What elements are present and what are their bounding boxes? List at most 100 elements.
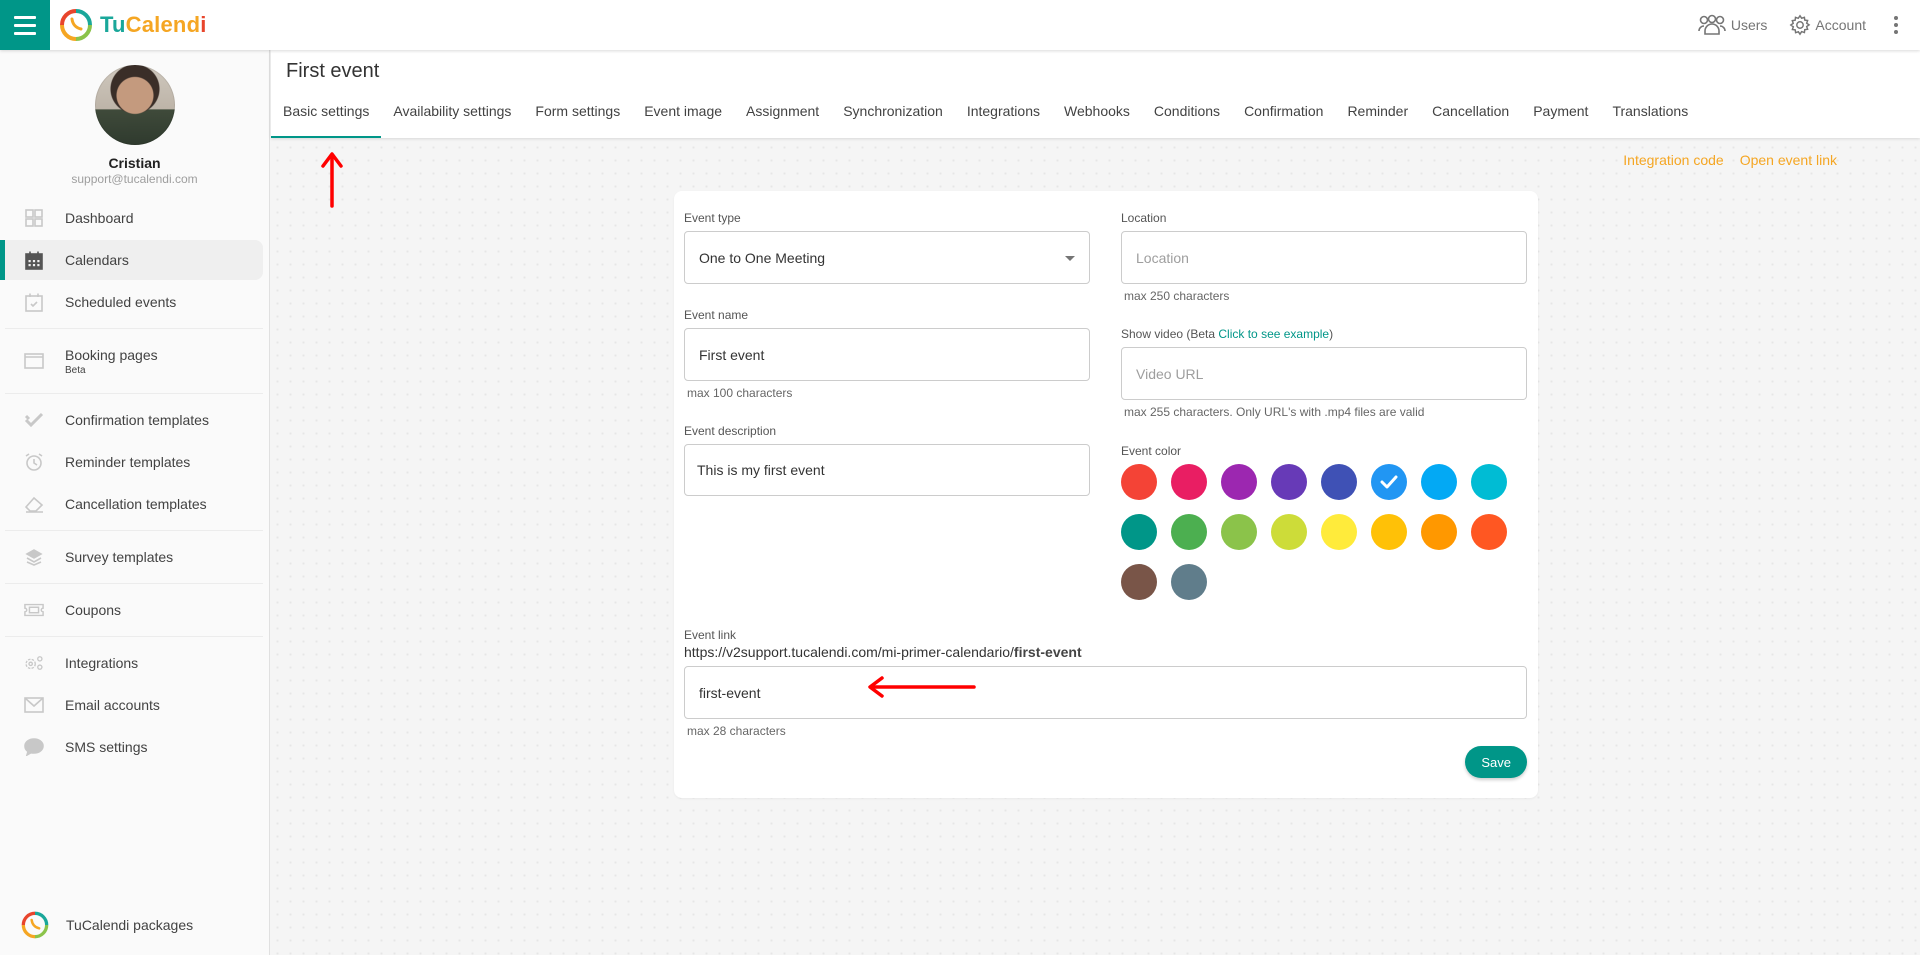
calendar-check-icon bbox=[24, 293, 44, 312]
tucalendi-logo-icon bbox=[21, 911, 49, 939]
color-swatch[interactable] bbox=[1471, 464, 1507, 500]
tab-synchronization[interactable]: Synchronization bbox=[831, 98, 955, 138]
sidebar-item-calendars[interactable]: Calendars bbox=[0, 240, 263, 280]
sidebar-item-label: Confirmation templates bbox=[65, 412, 209, 428]
brand-logo[interactable]: TuCalendi bbox=[58, 7, 207, 43]
tab-webhooks[interactable]: Webhooks bbox=[1052, 98, 1142, 138]
location-label: Location bbox=[1121, 211, 1167, 225]
color-swatch[interactable] bbox=[1371, 514, 1407, 550]
hamburger-menu-button[interactable] bbox=[0, 0, 50, 50]
sidebar-item-label: Email accounts bbox=[65, 697, 160, 713]
calendar-icon bbox=[24, 251, 44, 270]
profile-name: Cristian bbox=[108, 155, 161, 171]
tab-payment[interactable]: Payment bbox=[1521, 98, 1600, 138]
color-swatch[interactable] bbox=[1321, 514, 1357, 550]
account-link[interactable]: Account bbox=[1789, 14, 1866, 36]
basic-settings-form: Event type One to One Meeting Event name… bbox=[674, 191, 1538, 798]
event-link-label: Event link bbox=[684, 628, 737, 642]
event-name-hint: max 100 characters bbox=[687, 386, 793, 400]
sidebar-item-cancellation-templates[interactable]: Cancellation templates bbox=[0, 484, 263, 524]
beta-badge: Beta bbox=[65, 364, 86, 376]
page-header: First event Basic settings Availability … bbox=[271, 50, 1920, 138]
color-swatch-selected[interactable] bbox=[1371, 464, 1407, 500]
sidebar-item-label: Cancellation templates bbox=[65, 496, 207, 512]
color-swatch[interactable] bbox=[1421, 514, 1457, 550]
color-swatch[interactable] bbox=[1221, 514, 1257, 550]
avatar[interactable] bbox=[94, 65, 175, 145]
sidebar-nav: Dashboard Calendars Scheduled events Boo… bbox=[0, 198, 269, 767]
color-swatch[interactable] bbox=[1171, 564, 1207, 600]
dashboard-icon bbox=[24, 209, 44, 227]
account-label: Account bbox=[1815, 17, 1866, 33]
tab-conditions[interactable]: Conditions bbox=[1142, 98, 1232, 138]
tab-assignment[interactable]: Assignment bbox=[734, 98, 831, 138]
sidebar-item-email-accounts[interactable]: Email accounts bbox=[0, 685, 263, 725]
tab-basic-settings[interactable]: Basic settings bbox=[271, 98, 382, 138]
video-url-hint: max 255 characters. Only URL's with .mp4… bbox=[1124, 405, 1425, 419]
sidebar-item-confirmation-templates[interactable]: Confirmation templates bbox=[0, 400, 263, 440]
envelope-icon bbox=[24, 696, 44, 714]
checkmark-icon bbox=[1380, 475, 1398, 489]
color-swatch[interactable] bbox=[1271, 464, 1307, 500]
tab-availability-settings[interactable]: Availability settings bbox=[381, 98, 523, 138]
location-input[interactable]: Location bbox=[1121, 231, 1527, 284]
color-swatch[interactable] bbox=[1171, 514, 1207, 550]
action-links: Integration code Open event link bbox=[1623, 152, 1837, 168]
sidebar-item-label: Dashboard bbox=[65, 210, 134, 226]
tab-cancellation[interactable]: Cancellation bbox=[1420, 98, 1521, 138]
kebab-dot bbox=[1894, 16, 1898, 20]
event-link-hint: max 28 characters bbox=[687, 724, 786, 738]
sidebar-item-survey-templates[interactable]: Survey templates bbox=[0, 537, 263, 577]
color-swatch[interactable] bbox=[1271, 514, 1307, 550]
kebab-dot bbox=[1894, 30, 1898, 34]
settings-tabs: Basic settings Availability settings For… bbox=[271, 98, 1700, 138]
tab-form-settings[interactable]: Form settings bbox=[523, 98, 632, 138]
color-swatch[interactable] bbox=[1121, 464, 1157, 500]
sidebar-item-label: Integrations bbox=[65, 655, 139, 671]
tab-event-image[interactable]: Event image bbox=[632, 98, 734, 138]
event-link-url[interactable]: https://v2support.tucalendi.com/mi-prime… bbox=[684, 644, 1527, 660]
tab-translations[interactable]: Translations bbox=[1600, 98, 1700, 138]
color-swatch[interactable] bbox=[1421, 464, 1457, 500]
tucalendi-packages-link[interactable]: TuCalendi packages bbox=[0, 905, 193, 945]
event-description-input[interactable]: This is my first event bbox=[684, 444, 1090, 496]
color-swatch[interactable] bbox=[1221, 464, 1257, 500]
sidebar-item-integrations[interactable]: Integrations bbox=[0, 643, 263, 683]
top-bar: TuCalendi Users Account bbox=[0, 0, 1920, 50]
sidebar-item-booking-pages[interactable]: Booking pages Beta bbox=[0, 335, 263, 387]
location-hint: max 250 characters bbox=[1124, 289, 1230, 303]
save-button[interactable]: Save bbox=[1465, 746, 1527, 778]
users-link[interactable]: Users bbox=[1697, 14, 1767, 36]
event-name-input[interactable]: First event bbox=[684, 328, 1090, 381]
more-options-button[interactable] bbox=[1890, 12, 1902, 38]
gears-icon bbox=[24, 654, 44, 672]
integration-code-link[interactable]: Integration code bbox=[1623, 152, 1723, 168]
alarm-clock-icon bbox=[24, 453, 44, 471]
color-swatch[interactable] bbox=[1121, 514, 1157, 550]
color-swatch[interactable] bbox=[1171, 464, 1207, 500]
tab-confirmation[interactable]: Confirmation bbox=[1232, 98, 1335, 138]
sidebar-divider bbox=[5, 530, 263, 531]
ticket-icon bbox=[24, 601, 44, 619]
color-swatch[interactable] bbox=[1121, 564, 1157, 600]
tab-reminder[interactable]: Reminder bbox=[1335, 98, 1420, 138]
sidebar-item-coupons[interactable]: Coupons bbox=[0, 590, 263, 630]
sidebar-item-label: Booking pages bbox=[65, 346, 158, 363]
kebab-dot bbox=[1894, 23, 1898, 27]
sidebar-item-scheduled-events[interactable]: Scheduled events bbox=[0, 282, 263, 322]
page-title: First event bbox=[286, 60, 380, 82]
sidebar-divider bbox=[5, 393, 263, 394]
sidebar-item-reminder-templates[interactable]: Reminder templates bbox=[0, 442, 263, 482]
menu-icon bbox=[14, 23, 36, 27]
event-link-slug-input[interactable]: first-event bbox=[684, 666, 1527, 719]
video-example-link[interactable]: Click to see example bbox=[1218, 327, 1329, 341]
sidebar-item-sms-settings[interactable]: SMS settings bbox=[0, 727, 263, 767]
tab-integrations[interactable]: Integrations bbox=[955, 98, 1052, 138]
eraser-icon bbox=[24, 495, 44, 513]
color-swatch[interactable] bbox=[1471, 514, 1507, 550]
sidebar-item-dashboard[interactable]: Dashboard bbox=[0, 198, 263, 238]
color-swatch[interactable] bbox=[1321, 464, 1357, 500]
open-event-link[interactable]: Open event link bbox=[1740, 152, 1837, 168]
video-url-input[interactable]: Video URL bbox=[1121, 347, 1527, 400]
event-type-select[interactable]: One to One Meeting bbox=[684, 231, 1090, 284]
